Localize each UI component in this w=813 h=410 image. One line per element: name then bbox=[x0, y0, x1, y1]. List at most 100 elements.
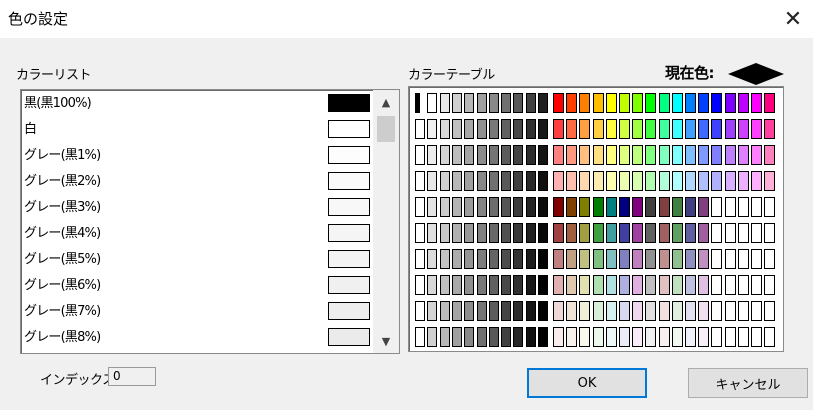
color-cell[interactable] bbox=[619, 301, 630, 321]
color-cell[interactable] bbox=[566, 301, 578, 321]
color-cell[interactable] bbox=[488, 145, 499, 165]
color-cell[interactable] bbox=[619, 171, 630, 191]
color-cell[interactable] bbox=[538, 119, 548, 139]
color-cell[interactable] bbox=[685, 275, 696, 295]
color-cell[interactable] bbox=[415, 223, 425, 243]
color-cell[interactable] bbox=[764, 275, 776, 295]
color-cell[interactable] bbox=[579, 119, 591, 139]
color-cell[interactable] bbox=[439, 249, 450, 269]
color-cell[interactable] bbox=[553, 249, 564, 269]
color-cell[interactable] bbox=[488, 275, 499, 295]
color-cell[interactable] bbox=[658, 301, 670, 321]
color-cell[interactable] bbox=[619, 327, 630, 347]
scroll-thumb[interactable] bbox=[377, 116, 395, 142]
color-cell[interactable] bbox=[632, 119, 644, 139]
color-cell[interactable] bbox=[619, 93, 630, 113]
color-cell[interactable] bbox=[439, 145, 450, 165]
color-cell[interactable] bbox=[501, 327, 512, 347]
color-cell[interactable] bbox=[764, 171, 776, 191]
color-cell[interactable] bbox=[658, 327, 670, 347]
color-cell[interactable] bbox=[464, 93, 475, 113]
color-cell[interactable] bbox=[711, 93, 723, 113]
color-cell[interactable] bbox=[592, 145, 604, 165]
color-cell[interactable] bbox=[605, 197, 617, 217]
color-cell[interactable] bbox=[698, 223, 710, 243]
color-cell[interactable] bbox=[415, 275, 425, 295]
color-cell[interactable] bbox=[439, 301, 450, 321]
color-cell[interactable] bbox=[427, 171, 438, 191]
color-cell[interactable] bbox=[476, 327, 487, 347]
color-cell[interactable] bbox=[671, 223, 683, 243]
color-cell[interactable] bbox=[632, 223, 644, 243]
color-cell[interactable] bbox=[538, 301, 548, 321]
color-cell[interactable] bbox=[724, 93, 736, 113]
color-cell[interactable] bbox=[605, 327, 617, 347]
color-cell[interactable] bbox=[724, 275, 736, 295]
color-cell[interactable] bbox=[619, 275, 630, 295]
color-cell[interactable] bbox=[619, 119, 630, 139]
color-cell[interactable] bbox=[439, 171, 450, 191]
color-cell[interactable] bbox=[737, 223, 749, 243]
color-cell[interactable] bbox=[751, 145, 762, 165]
list-item[interactable]: グレー(黒5%) bbox=[22, 246, 374, 272]
color-cell[interactable] bbox=[632, 171, 644, 191]
color-cell[interactable] bbox=[439, 327, 450, 347]
color-cell[interactable] bbox=[439, 223, 450, 243]
color-cell[interactable] bbox=[476, 171, 487, 191]
color-cell[interactable] bbox=[632, 301, 644, 321]
color-cell[interactable] bbox=[751, 93, 762, 113]
color-cell[interactable] bbox=[698, 249, 710, 269]
color-cell[interactable] bbox=[579, 249, 591, 269]
color-cell[interactable] bbox=[566, 145, 578, 165]
color-cell[interactable] bbox=[476, 119, 487, 139]
color-cell[interactable] bbox=[658, 275, 670, 295]
color-cell[interactable] bbox=[476, 301, 487, 321]
color-cell[interactable] bbox=[605, 119, 617, 139]
color-cell[interactable] bbox=[415, 301, 425, 321]
color-cell[interactable] bbox=[645, 223, 657, 243]
color-cell[interactable] bbox=[451, 301, 462, 321]
color-cell[interactable] bbox=[513, 119, 524, 139]
color-cell[interactable] bbox=[711, 171, 723, 191]
color-cell[interactable] bbox=[764, 249, 776, 269]
color-cell[interactable] bbox=[724, 327, 736, 347]
color-cell[interactable] bbox=[501, 249, 512, 269]
color-cell[interactable] bbox=[538, 197, 548, 217]
color-cell[interactable] bbox=[501, 197, 512, 217]
color-cell[interactable] bbox=[685, 171, 696, 191]
color-cell[interactable] bbox=[711, 197, 723, 217]
color-cell[interactable] bbox=[566, 119, 578, 139]
color-cell[interactable] bbox=[415, 145, 425, 165]
color-cell[interactable] bbox=[513, 249, 524, 269]
color-cell[interactable] bbox=[566, 223, 578, 243]
color-cell[interactable] bbox=[439, 119, 450, 139]
color-cell[interactable] bbox=[724, 197, 736, 217]
color-cell[interactable] bbox=[751, 119, 762, 139]
color-cell[interactable] bbox=[488, 223, 499, 243]
color-cell[interactable] bbox=[427, 301, 438, 321]
color-cell[interactable] bbox=[645, 301, 657, 321]
color-cell[interactable] bbox=[464, 275, 475, 295]
color-cell[interactable] bbox=[737, 197, 749, 217]
color-cell[interactable] bbox=[619, 223, 630, 243]
color-cell[interactable] bbox=[579, 223, 591, 243]
list-item[interactable]: グレー(黒7%) bbox=[22, 298, 374, 324]
color-cell[interactable] bbox=[751, 301, 762, 321]
color-cell[interactable] bbox=[525, 119, 536, 139]
color-cell[interactable] bbox=[711, 249, 723, 269]
color-cell[interactable] bbox=[724, 301, 736, 321]
color-cell[interactable] bbox=[619, 145, 630, 165]
color-cell[interactable] bbox=[553, 275, 564, 295]
color-cell[interactable] bbox=[451, 119, 462, 139]
color-cell[interactable] bbox=[671, 119, 683, 139]
color-cell[interactable] bbox=[415, 93, 420, 113]
color-cell[interactable] bbox=[764, 301, 776, 321]
color-cell[interactable] bbox=[464, 327, 475, 347]
color-cell[interactable] bbox=[685, 197, 696, 217]
color-cell[interactable] bbox=[645, 197, 657, 217]
color-cell[interactable] bbox=[513, 197, 524, 217]
color-cell[interactable] bbox=[451, 223, 462, 243]
color-cell[interactable] bbox=[464, 223, 475, 243]
color-cell[interactable] bbox=[501, 119, 512, 139]
color-cell[interactable] bbox=[525, 93, 536, 113]
